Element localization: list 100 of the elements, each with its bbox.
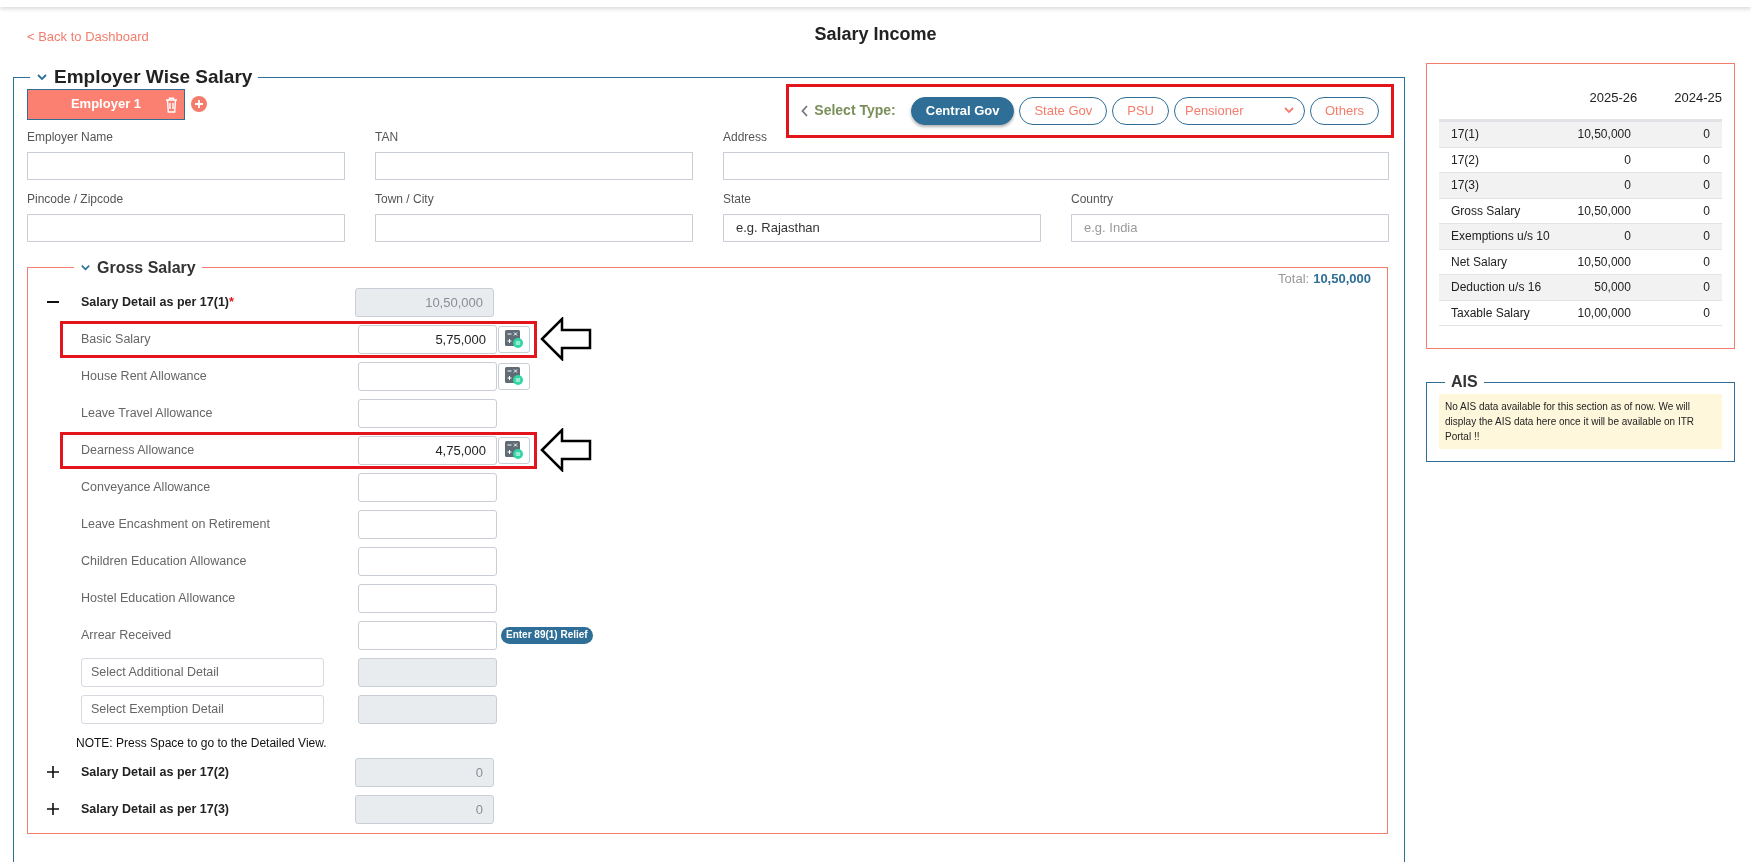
amount-field[interactable] [358,657,497,687]
table-cell-text: 0 [1702,304,1710,322]
amount-field[interactable] [358,546,497,576]
calculator-icon [505,441,523,459]
section-title: Employer Wise Salary [54,65,253,89]
caret-icon [1284,107,1294,114]
column-header: 2025-26 [1588,88,1638,107]
table-cell-text: 0 [1702,279,1710,297]
type-option[interactable]: PSU [1112,96,1169,125]
field-label: Country [1071,190,1115,208]
input-field[interactable]: e.g. India [1071,213,1389,242]
input-field[interactable] [375,151,693,180]
field-label: Town / City [375,190,435,208]
section-label: Salary Detail as per 17(2) [80,763,230,781]
amount-field[interactable] [358,361,497,391]
total-label: Total: [1278,269,1310,288]
section-title: AIS [1451,373,1478,390]
relief-button[interactable]: Enter 89(1) Relief [501,626,593,644]
row-label: Dearness Allowance [81,441,196,459]
field-label: State [723,190,753,208]
table-cell-text: Deduction u/s 16 [1451,279,1543,297]
field-label: Employer Name [27,128,115,146]
row-label: Leave Travel Allowance [81,404,214,422]
table-cell-text: 0 [1702,151,1710,169]
amount-field[interactable] [358,620,497,650]
table-cell-text: 10,50,000 [1576,126,1631,144]
plus-icon[interactable] [47,802,59,815]
type-option[interactable]: State Gov [1019,96,1108,125]
note-text: NOTE: Press Space to go to the Detailed View. [75,734,328,752]
row-label: Conveyance Allowance [81,478,212,496]
back-link[interactable]: < Back to Dashboard [27,29,149,44]
row-label: Arrear Received [81,626,173,644]
table-cell-text: 17(1) [1451,126,1480,144]
amount-field[interactable] [358,694,497,724]
select-field[interactable]: Select Additional Detail [81,657,324,687]
amount-field[interactable] [358,509,497,539]
amount-field[interactable] [358,472,497,502]
input-field[interactable] [375,213,693,242]
field-label: Address [723,128,769,146]
section-label: Salary Detail as per 17(1)* [80,293,235,311]
field-label: Pincode / Zipcode [27,190,125,208]
select-type-label: Select Type: [814,101,896,120]
employer-tab[interactable]: Employer 1 [27,88,185,120]
amount-field[interactable] [358,583,497,613]
table-cell-text: 0 [1702,202,1710,220]
select-field[interactable]: Select Exemption Detail [81,694,324,724]
table-cell-text: 0 [1623,228,1631,246]
section-title: Gross Salary [97,257,196,278]
table-cell-text: Exemptions u/s 10 [1451,228,1551,246]
input-field[interactable] [27,151,345,180]
amount-field[interactable]: 10,50,000 [355,287,494,317]
row-label: House Rent Allowance [81,367,208,385]
table-cell-text: 10,50,000 [1576,202,1631,220]
table-cell-text: 0 [1623,177,1631,195]
amount-field[interactable]: 0 [355,794,494,824]
table-cell-text: 0 [1702,177,1710,195]
row-label: Children Education Allowance [81,552,248,570]
section-label: Salary Detail as per 17(3) [80,800,230,818]
row-label: Basic Salary [81,330,152,348]
table-cell-text: 0 [1702,126,1710,144]
field-label: TAN [375,128,400,146]
total-value: 10,50,000 [1313,269,1371,288]
type-dropdown[interactable]: Pensioner [1174,96,1305,125]
chevron-icon[interactable] [80,262,91,273]
table-cell-text: 10,00,000 [1576,304,1631,322]
table-cell-text: 0 [1702,253,1710,271]
amount-field[interactable] [358,398,497,428]
amount-field[interactable]: 0 [355,757,494,787]
type-option[interactable]: Central Gov [910,96,1015,125]
table-cell-text: 17(3) [1451,177,1480,195]
table-cell-text: 0 [1623,151,1631,169]
table-cell-text: Gross Salary [1451,202,1522,220]
employer-label: Employer 1 [70,95,142,114]
trash-icon[interactable] [165,96,178,113]
table-cell-text: Taxable Salary [1451,304,1531,322]
row-label: Leave Encashment on Retirement [81,515,271,533]
left-arrow-drawing [540,317,592,361]
add-icon[interactable] [191,96,207,112]
chevron-left-icon[interactable] [801,104,810,117]
calculator-button[interactable] [498,436,530,464]
calculator-button[interactable] [498,325,530,353]
table-cell-text: Net Salary [1451,253,1509,271]
table-cell-text: 17(2) [1451,151,1480,169]
calculator-button[interactable] [498,362,530,390]
input-field[interactable] [723,151,1389,180]
table-cell-text: 10,50,000 [1576,253,1631,271]
plus-icon[interactable] [47,765,59,778]
calculator-icon [505,367,523,385]
amount-field[interactable]: 5,75,000 [358,324,497,354]
left-arrow-drawing [540,428,592,472]
amount-field[interactable]: 4,75,000 [358,435,497,465]
table-cell-text: 0 [1702,228,1710,246]
page-title: Salary Income [814,23,937,46]
column-header: 2024-25 [1673,88,1722,107]
table-cell-text: 50,000 [1593,279,1631,297]
type-option[interactable]: Others [1310,96,1379,125]
select-field[interactable]: e.g. Rajasthan [723,213,1041,242]
ais-message: No AIS data available for this section as of now. We will display the AIS data here once it will be available on ITR Portal !! [1439,394,1722,449]
row-label: Hostel Education Allowance [81,589,237,607]
input-field[interactable] [27,213,345,242]
